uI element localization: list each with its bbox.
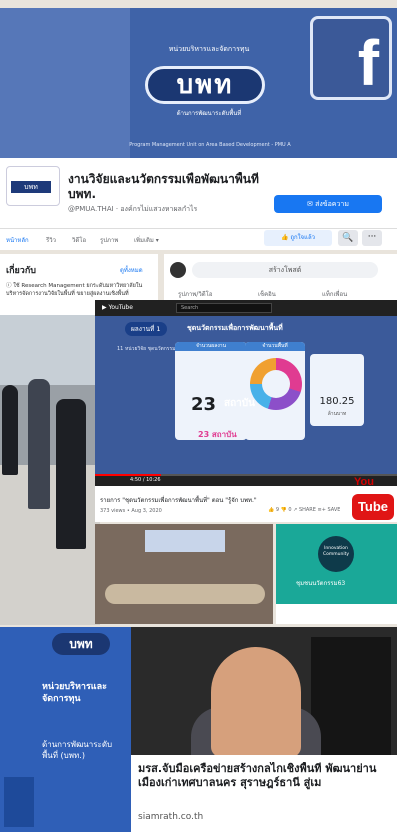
check-in-action[interactable]: เช็คอิน [258,289,276,299]
poster-logo: บพท [52,633,110,655]
poster-title: หน่วยบริหารและจัดการทุน [42,682,107,704]
photo-video-action[interactable]: รูปภาพ/วิดีโอ [178,289,212,299]
send-message-button[interactable]: ✉ ส่งข้อความ [274,195,382,213]
person-figure [56,399,86,549]
more-options-icon[interactable]: ··· [362,230,382,246]
page-avatar[interactable]: บพท [6,166,60,206]
donut-chart [250,358,302,410]
innovation-community-card: Innovation Community ชุมชนนวัตกรรม63 [276,524,397,624]
news-source: siamrath.co.th [138,812,204,822]
thailand-map-illustration [0,8,130,158]
institutions-unit: สถาบัน [224,398,255,409]
person-figure [2,385,18,475]
page-title: งานวิจัยและนวัตกรรมเพื่อพัฒนาพื้นที่ บพท… [68,172,259,201]
news-headline[interactable]: มรส.จับมือเครือข่ายสร้างกลไกเชิงพื้นที่ … [138,762,393,790]
conference-photo [95,524,273,624]
tab-more[interactable]: เพิ่มเติม ▾ [134,235,159,245]
innovation-label: ชุมชนนวัตกรรม63 [296,580,346,587]
tab-reviews[interactable]: รีวิว [46,235,56,245]
liked-button[interactable]: 👍 ถูกใจแล้ว [264,230,332,246]
tab-photos[interactable]: รูปภาพ [100,235,118,245]
projects-count: 23 [191,394,217,415]
poster-illustration [4,777,34,827]
tab-videos[interactable]: วิดีโอ [72,235,86,245]
about-see-all-link[interactable]: ดูทั้งหมด [120,265,143,275]
cover-sub-text: ด้านการพัฒนาระดับพื้นที่ [176,110,242,117]
tab-home[interactable]: หน้าหลัก [6,235,29,245]
cover-footer-text: Program Management Unit on Area Based De… [129,142,291,148]
news-photo [131,627,397,755]
budget-value: 180.25 [319,396,355,407]
about-description: ⓘ ใช้ Research Management ยกระดับมหาวิทย… [6,283,143,297]
video-time: 4:50 / 10:26 [130,477,161,483]
video-title[interactable]: รายการ "ชุดนวัตกรรมเพื่อการพัฒนาพื้นที่"… [100,495,340,505]
institutions-count: 23 สถาบัน [198,430,237,439]
person-figure [28,379,50,509]
event-photo [0,315,100,625]
slide-tag: ผลงานที่ 1 [125,322,167,336]
youtube-logo[interactable]: ▶ YouTube [102,304,133,311]
tag-friends-action[interactable]: แท็กเพื่อน [322,289,347,299]
user-avatar [170,262,186,278]
cover-top-text: หน่วยบริหารและจัดการทุน [168,45,250,53]
facebook-logo-icon: f [310,16,392,100]
slide-title: ชุดนวัตกรรมเพื่อการพัฒนาพื้นที่ [187,324,283,332]
budget-unit: ล้านบาท [327,411,347,417]
youtube-badge-icon: You Tube [352,476,397,524]
cover-logo: บพท [145,66,265,104]
search-icon[interactable]: 🔍 [338,230,358,246]
create-post-input[interactable]: สร้างโพสต์ [192,262,378,278]
budget-card: 180.25 ล้านบาท [310,354,364,426]
projects-count-card: จำนวนผลงาน 23 [175,342,247,440]
video-actions[interactable]: 👍 9 👎 0 ↗ SHARE ≡+ SAVE [268,507,340,513]
page-handle: @PMUA.THAI · องค์กรไม่แสวงหาผลกำไร [68,205,198,213]
poster-subtitle: ด้านการพัฒนาระดับพื้นที่ (บพท.) [42,740,113,760]
youtube-search-input[interactable]: Search [176,303,272,313]
about-title: เกี่ยวกับ [6,266,37,276]
pmua-poster: บพท หน่วยบริหารและจัดการทุน ด้านการพัฒนา… [0,627,131,832]
innovation-logo: Innovation Community [318,536,354,572]
